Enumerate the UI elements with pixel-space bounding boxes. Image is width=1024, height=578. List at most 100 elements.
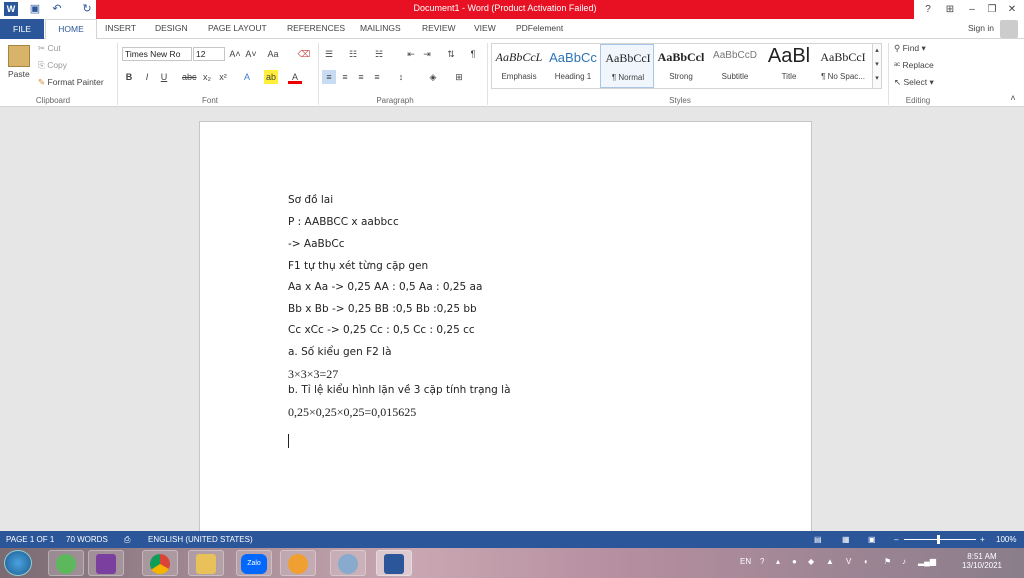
tab-mailings[interactable]: MAILINGS xyxy=(360,23,401,33)
proofing-icon[interactable]: ⎙ xyxy=(124,535,130,545)
zoom-in-icon[interactable]: + xyxy=(980,535,985,544)
taskbar-chrome[interactable] xyxy=(142,550,178,576)
superscript-icon[interactable]: x² xyxy=(216,70,230,84)
taskbar-word[interactable] xyxy=(376,550,412,576)
tray-app-icon[interactable]: ● xyxy=(792,557,797,566)
minimize-icon[interactable]: – xyxy=(962,2,982,17)
tab-page-layout[interactable]: PAGE LAYOUT xyxy=(208,23,267,33)
clear-formatting-icon[interactable]: ⌫ xyxy=(297,47,311,61)
tab-view[interactable]: VIEW xyxy=(474,23,496,33)
bold-icon[interactable]: B xyxy=(122,70,136,84)
style-title[interactable]: AaBl Title xyxy=(762,44,816,88)
volume-icon[interactable]: ♪ xyxy=(902,557,906,566)
start-button[interactable] xyxy=(4,550,32,576)
show-formatting-icon[interactable]: ¶ xyxy=(466,47,480,61)
underline-icon[interactable]: U xyxy=(157,70,171,84)
numbering-icon[interactable]: ☷ xyxy=(346,47,360,61)
close-icon[interactable]: ✕ xyxy=(1002,2,1022,17)
font-size-combo[interactable]: 12 xyxy=(193,47,225,61)
taskbar-media[interactable] xyxy=(280,550,316,576)
zoom-out-icon[interactable]: – xyxy=(894,535,898,544)
tray-chevron-icon[interactable]: ▴ xyxy=(776,557,780,566)
align-left-icon[interactable]: ≡ xyxy=(322,70,336,84)
tray-app-icon[interactable]: ◆ xyxy=(808,557,814,566)
tray-app-icon[interactable]: ▲ xyxy=(826,557,834,566)
tab-insert[interactable]: INSERT xyxy=(105,23,136,33)
styles-scroll[interactable]: ▴ ▾ ▾ xyxy=(872,43,882,89)
taskbar-explorer[interactable] xyxy=(188,550,224,576)
zoom-slider[interactable] xyxy=(904,539,976,540)
redo-icon[interactable]: ↻ xyxy=(80,2,94,16)
collapse-ribbon-icon[interactable]: ˄ xyxy=(1006,91,1020,105)
shrink-font-icon[interactable]: A˅ xyxy=(244,47,258,61)
bullets-icon[interactable]: ☰ xyxy=(322,47,336,61)
tab-file[interactable]: FILE xyxy=(0,19,44,39)
flag-icon[interactable]: ⚑ xyxy=(884,557,891,566)
tab-design[interactable]: DESIGN xyxy=(155,23,188,33)
taskbar-app[interactable] xyxy=(48,550,84,576)
language-indicator[interactable]: ENGLISH (UNITED STATES) xyxy=(148,535,253,544)
signal-icon[interactable]: ▂▄▆ xyxy=(918,557,936,566)
copy-button[interactable]: ⎘ Copy xyxy=(38,60,67,71)
taskbar-zalo[interactable]: Zalo xyxy=(236,550,272,576)
change-case-icon[interactable]: Aa xyxy=(266,47,280,61)
tab-pdfelement[interactable]: PDFelement xyxy=(516,23,563,33)
shading-icon[interactable]: ◈ xyxy=(426,70,440,84)
select-button[interactable]: ↖ Select ▾ xyxy=(894,77,934,88)
save-icon[interactable]: ▣ xyxy=(28,2,42,16)
tray-app-icon[interactable]: V xyxy=(846,557,851,566)
format-painter-button[interactable]: ✎ Format Painter xyxy=(38,77,104,88)
find-button[interactable]: ⚲ Find ▾ xyxy=(894,43,926,54)
tab-references[interactable]: REFERENCES xyxy=(287,23,345,33)
tab-review[interactable]: REVIEW xyxy=(422,23,456,33)
read-mode-icon[interactable]: ▤ xyxy=(814,535,822,544)
increase-indent-icon[interactable]: ⇥ xyxy=(420,47,434,61)
style-heading-1[interactable]: AaBbCc Heading 1 xyxy=(546,44,600,88)
style-no-spacing[interactable]: AaBbCcI ¶ No Spac... xyxy=(816,44,870,88)
justify-icon[interactable]: ≡ xyxy=(370,70,384,84)
cut-button[interactable]: ✂ Cut xyxy=(38,43,61,54)
style-subtitle[interactable]: AaBbCcD Subtitle xyxy=(708,44,762,88)
undo-icon[interactable]: ↶ xyxy=(50,2,64,16)
subscript-icon[interactable]: x₂ xyxy=(200,70,214,84)
replace-button[interactable]: ᵃᶜ Replace xyxy=(894,60,934,70)
zoom-level[interactable]: 100% xyxy=(996,535,1016,544)
help-icon[interactable]: ? xyxy=(918,2,938,17)
word-app-icon[interactable]: W xyxy=(4,2,18,16)
tray-app-icon[interactable]: ◐ xyxy=(864,557,869,566)
highlight-icon[interactable]: ab xyxy=(264,70,278,84)
word-count[interactable]: 70 WORDS xyxy=(66,535,108,544)
strikethrough-icon[interactable]: abc xyxy=(182,70,197,84)
text-effects-icon[interactable]: A xyxy=(240,70,254,84)
grow-font-icon[interactable]: A˄ xyxy=(228,47,242,61)
italic-icon[interactable]: I xyxy=(140,70,154,84)
style-emphasis[interactable]: AaBbCcL Emphasis xyxy=(492,44,546,88)
style-strong[interactable]: AaBbCcl Strong xyxy=(654,44,708,88)
input-language[interactable]: EN xyxy=(740,557,751,566)
help-tray-icon[interactable]: ? xyxy=(760,557,764,566)
paste-icon[interactable] xyxy=(8,45,30,67)
sort-icon[interactable]: ⇅ xyxy=(444,47,458,61)
taskbar-onenote[interactable] xyxy=(88,550,124,576)
decrease-indent-icon[interactable]: ⇤ xyxy=(404,47,418,61)
print-layout-icon[interactable]: ▦ xyxy=(842,535,850,544)
tab-home[interactable]: HOME xyxy=(45,19,97,40)
style-normal[interactable]: AaBbCcI ¶ Normal xyxy=(600,44,654,88)
page-count[interactable]: PAGE 1 OF 1 xyxy=(6,535,54,544)
borders-icon[interactable]: ⊞ xyxy=(452,70,466,84)
sign-in-link[interactable]: Sign in xyxy=(968,23,994,33)
font-color-icon[interactable]: A xyxy=(288,70,302,84)
align-right-icon[interactable]: ≡ xyxy=(354,70,368,84)
multilevel-list-icon[interactable]: ☵ xyxy=(372,47,386,61)
avatar[interactable] xyxy=(1000,20,1018,38)
taskbar-app[interactable] xyxy=(330,550,366,576)
ribbon-display-options-icon[interactable]: ⊞ xyxy=(940,2,960,17)
paste-button[interactable]: Paste xyxy=(8,69,30,79)
zoom-slider-thumb[interactable] xyxy=(937,535,940,544)
clock[interactable]: 8:51 AM 13/10/2021 xyxy=(962,552,1002,570)
line-spacing-icon[interactable]: ↕ xyxy=(394,70,408,84)
restore-icon[interactable]: ❐ xyxy=(982,2,1002,17)
font-family-combo[interactable]: Times New Ro xyxy=(122,47,192,61)
web-layout-icon[interactable]: ▣ xyxy=(868,535,876,544)
align-center-icon[interactable]: ≡ xyxy=(338,70,352,84)
